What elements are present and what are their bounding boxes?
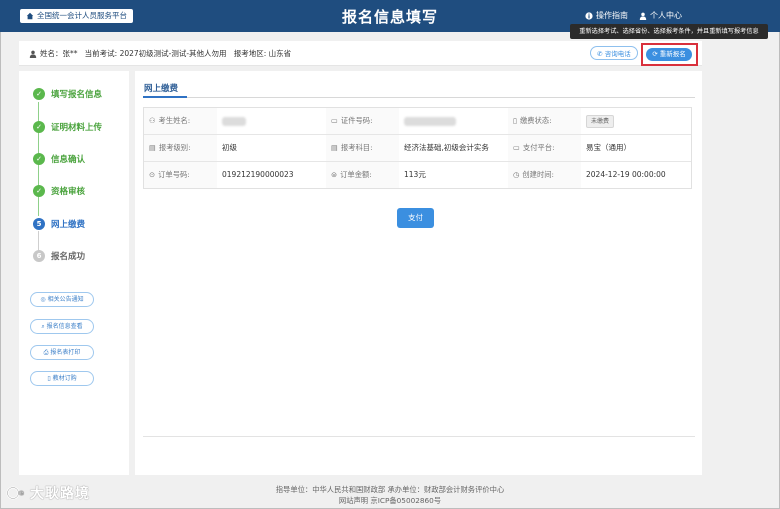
info-cell-label: ⊙ 订单号码: <box>144 162 217 188</box>
panel-divider <box>143 436 695 437</box>
user-icon <box>639 12 647 20</box>
check-icon: ✓ <box>33 121 45 133</box>
footer-icp[interactable]: 网站声明 京ICP备05002860号 <box>0 496 780 506</box>
step-online-payment[interactable]: 5 网上缴费 <box>33 218 85 230</box>
phone-icon: ✆ <box>597 50 603 58</box>
payment-platform-icon: ▭ <box>513 143 520 152</box>
side-button-label: 报名信息查看 <box>46 323 83 330</box>
order-amount-value: 113元 <box>404 170 426 179</box>
step-number: 6 <box>33 250 45 262</box>
step-upload-proof[interactable]: ✓ 证明材料上传 <box>33 121 102 133</box>
sidebar: ✓ 填写报名信息 ✓ 证明材料上传 ✓ 信息确认 ✓ 资格审核 5 网上缴费 6… <box>19 71 129 475</box>
footer-sponsors: 指导单位：中华人民共和国财政部 承办单位：财政部会计财务评价中心 <box>275 485 505 494</box>
created-time-value: 2024-12-19 00:00:00 <box>586 170 666 179</box>
order-icon: ⊙ <box>149 170 156 179</box>
id-number-value <box>399 108 508 134</box>
info-cell-label: ▭ 支付平台: <box>508 135 581 161</box>
step-label: 网上缴费 <box>51 220 86 230</box>
check-icon: ✓ <box>33 153 45 165</box>
tab-active-underline <box>143 96 187 98</box>
order-number-value: 019212190000023 <box>222 170 294 179</box>
user-icon <box>29 50 37 58</box>
svg-text:e: e <box>19 489 25 497</box>
level-icon: ▤ <box>149 143 156 152</box>
amount-icon: ⊜ <box>331 170 338 179</box>
id-card-icon: ▭ <box>331 116 338 125</box>
payment-platform-value: 易宝（通用） <box>586 143 631 152</box>
step-label: 信息确认 <box>51 155 86 165</box>
personal-center-link[interactable]: 个人中心 <box>639 10 682 21</box>
side-button-label: 教材订购 <box>52 375 77 382</box>
search-icon: ⌕ <box>41 323 45 330</box>
side-button-label: 相关公告通知 <box>47 296 84 303</box>
exam-level-value: 初级 <box>222 143 237 152</box>
user-icon: ⚇ <box>149 116 156 125</box>
guide-label: 操作指南 <box>596 11 628 20</box>
payment-status-value: 未缴费 <box>581 108 690 134</box>
tab-online-payment[interactable]: 网上缴费 <box>144 82 178 94</box>
redo-highlight-box: ⟳ 重新报名 <box>641 43 698 66</box>
info-icon <box>585 11 593 20</box>
watermark-logo: e 大耿路境 <box>6 483 90 503</box>
print-form-button[interactable]: ⎙ 报名表打印 <box>30 345 94 360</box>
consult-label: 咨询电话 <box>604 50 631 58</box>
check-icon: ✓ <box>33 88 45 100</box>
redacted-name <box>222 116 246 126</box>
view-registration-button[interactable]: ⌕ 报名信息查看 <box>30 319 94 334</box>
step-label: 证明材料上传 <box>51 123 103 133</box>
redo-registration-button[interactable]: ⟳ 重新报名 <box>646 48 692 61</box>
personal-center-label: 个人中心 <box>650 11 682 20</box>
phone-icon: ▯ <box>513 116 518 125</box>
table-row: ⚇ 考生姓名: ▭ 证件号码: ▯ 缴费状态: 未缴费 <box>144 108 691 135</box>
watermark-icon: e <box>6 486 25 500</box>
step-qualification-review[interactable]: ✓ 资格审核 <box>33 185 85 197</box>
step-label: 填写报名信息 <box>51 90 103 100</box>
watermark-text: 大耿路境 <box>30 486 90 502</box>
redo-label: 重新报名 <box>659 50 686 58</box>
clock-icon: ◷ <box>513 170 520 179</box>
status-badge: 未缴费 <box>586 114 615 128</box>
table-row: ▤ 报考级别: 初级 ▤ 报考科目: 经济法基础,初级会计实务 ▭ 支付平台: 易宝（… <box>144 135 691 162</box>
refresh-icon: ⟳ <box>652 50 658 58</box>
info-cell-label: ◷ 创建时间: <box>508 162 581 188</box>
candidate-name-value <box>217 108 326 134</box>
print-icon: ⎙ <box>43 349 49 356</box>
side-button-label: 报名表打印 <box>50 349 81 356</box>
redo-tooltip: 重新选择考试、选择省份、选择报考条件，并且重新填写报考信息 <box>570 24 768 39</box>
guide-link[interactable]: 操作指南 <box>585 10 628 21</box>
tab-divider <box>143 97 695 98</box>
notice-button[interactable]: ◎ 相关公告通知 <box>30 292 94 307</box>
exam-subject-value: 经济法基础,初级会计实务 <box>404 143 489 152</box>
candidate-info-bar: 姓名：张** 当前考试: 2027初级测试-测试-其他人勿用 报考地区: 山东省… <box>19 41 702 66</box>
step-number: 5 <box>33 218 45 230</box>
info-cell-label: ▯ 缴费状态: <box>508 108 581 134</box>
info-cell-label: ▭ 证件号码: <box>326 108 399 134</box>
info-cell-label: ⊜ 订单金额: <box>326 162 399 188</box>
step-label: 报名成功 <box>51 252 86 262</box>
pay-button[interactable]: 支付 <box>397 208 434 228</box>
candidate-text: 姓名：张** 当前考试: 2027初级测试-测试-其他人勿用 报考地区: 山东省 <box>40 49 292 58</box>
step-label: 资格审核 <box>51 187 86 197</box>
candidate-info: 姓名：张** 当前考试: 2027初级测试-测试-其他人勿用 报考地区: 山东省 <box>29 48 291 59</box>
consult-phone-button[interactable]: ✆ 咨询电话 <box>590 46 638 60</box>
main-panel: 网上缴费 ⚇ 考生姓名: ▭ 证件号码: ▯ 缴费状态: 未缴费 ▤ 报考级别: 初级 … <box>135 71 702 475</box>
step-fill-info[interactable]: ✓ 填写报名信息 <box>33 88 102 100</box>
step-registration-success[interactable]: 6 报名成功 <box>33 250 85 262</box>
globe-icon: ◎ <box>40 296 46 303</box>
check-icon: ✓ <box>33 185 45 197</box>
step-confirm-info[interactable]: ✓ 信息确认 <box>33 153 85 165</box>
info-cell-label: ▤ 报考级别: <box>144 135 217 161</box>
textbook-order-button[interactable]: ▯ 教材订购 <box>30 371 94 386</box>
info-cell-label: ▤ 报考科目: <box>326 135 399 161</box>
info-cell-label: ⚇ 考生姓名: <box>144 108 217 134</box>
payment-info-table: ⚇ 考生姓名: ▭ 证件号码: ▯ 缴费状态: 未缴费 ▤ 报考级别: 初级 ▤ 报考科目… <box>143 107 692 189</box>
table-row: ⊙ 订单号码: 019212190000023 ⊜ 订单金额: 113元 ◷ 创建时间… <box>144 162 691 188</box>
subject-icon: ▤ <box>331 143 338 152</box>
redacted-id <box>404 116 456 126</box>
book-icon: ▯ <box>47 375 51 382</box>
